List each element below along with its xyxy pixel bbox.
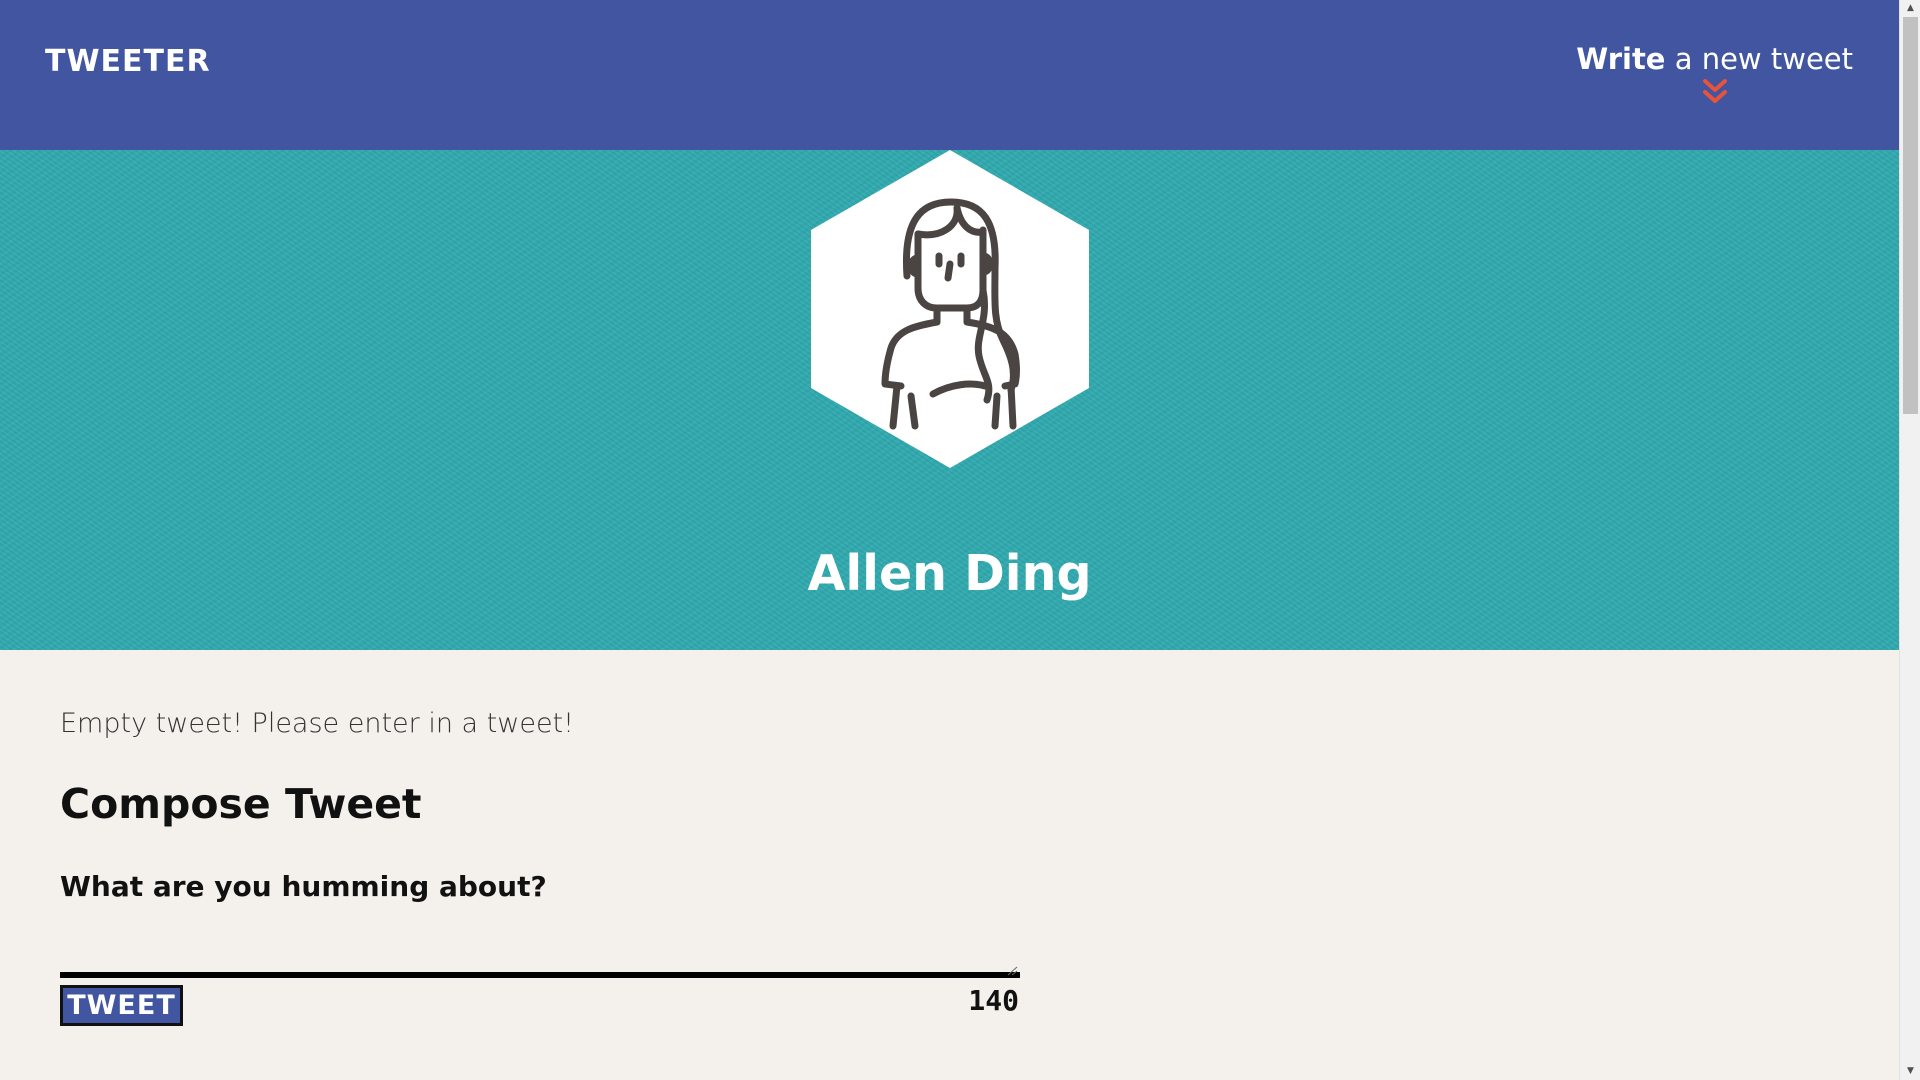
tweet-textarea[interactable]	[60, 930, 1020, 978]
profile-name: Allen Ding	[807, 545, 1092, 602]
top-nav: TWEETER Write a new tweet	[0, 0, 1899, 150]
compose-toggle-button[interactable]: Write a new tweet	[1576, 42, 1853, 106]
double-chevron-down-icon	[1702, 79, 1727, 103]
scroll-up-arrow-icon[interactable]: ▲	[1900, 0, 1920, 17]
character-counter: 140	[968, 984, 1019, 1017]
compose-title: Compose Tweet	[60, 780, 422, 828]
scroll-thumb[interactable]	[1903, 17, 1918, 414]
error-message: Empty tweet! Please enter in a tweet!	[60, 708, 574, 739]
compose-toggle-bold: Write	[1576, 42, 1666, 76]
woman-avatar-icon	[811, 150, 1089, 468]
scroll-down-arrow-icon[interactable]: ▼	[1900, 1063, 1920, 1080]
compose-toggle-text: a new tweet	[1665, 42, 1853, 76]
tweet-submit-button[interactable]: TWEET	[60, 985, 183, 1026]
brand-logo[interactable]: TWEETER	[45, 44, 211, 79]
page-scrollbar[interactable]: ▲ ▼	[1899, 0, 1920, 1080]
resize-grip-icon[interactable]	[1006, 966, 1018, 976]
tweet-input-label: What are you humming about?	[60, 870, 547, 903]
